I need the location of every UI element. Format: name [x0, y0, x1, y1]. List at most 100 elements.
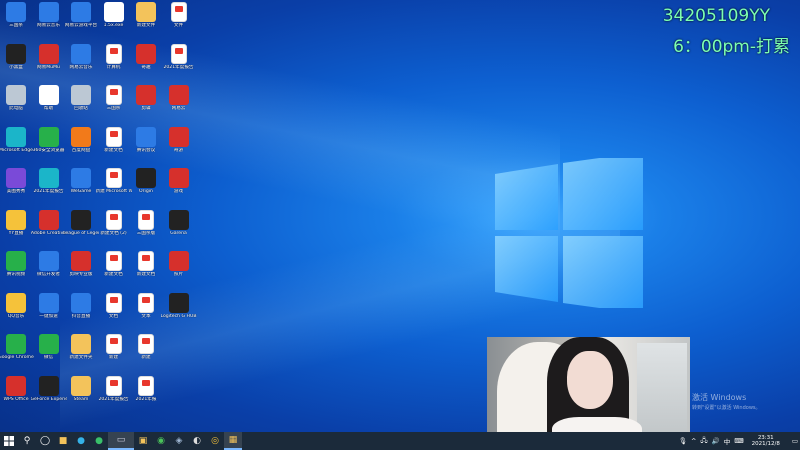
desktop-icon[interactable]: 游戏: [161, 168, 197, 194]
desktop-icon[interactable]: 文件: [161, 2, 197, 28]
desktop-icon[interactable]: 一键加速: [31, 292, 67, 319]
desktop-icon-label: WPS Office: [3, 396, 29, 402]
desktop-icon[interactable]: 2021年度报告: [31, 168, 67, 194]
desktop-icon[interactable]: 360安全浏览器: [31, 126, 67, 153]
desktop-icon-image: [6, 334, 26, 354]
desktop-icon-label: 360安全浏览器: [32, 147, 65, 153]
task-view-button[interactable]: ◯: [36, 432, 54, 450]
desktop-icon[interactable]: Logitech G HUB: [161, 292, 197, 319]
desktop-icon[interactable]: 计算机: [96, 43, 132, 70]
desktop-icon[interactable]: 腾讯会议: [128, 126, 164, 153]
desktop-icon[interactable]: QQ音乐: [0, 292, 34, 319]
start-button[interactable]: [0, 432, 18, 450]
desktop-icon[interactable]: 网易云音乐: [31, 2, 67, 28]
desktop-icon[interactable]: 新建文件夹: [63, 334, 99, 360]
network-icon[interactable]: 🖧: [700, 436, 707, 447]
desktop-icon-label: 文档: [108, 313, 119, 319]
taskbar-app[interactable]: ●: [90, 432, 108, 450]
desktop-icon[interactable]: GeForce Experience: [31, 375, 67, 402]
microphone-icon[interactable]: 🎙: [679, 437, 687, 445]
notification-icon[interactable]: ▭: [792, 437, 798, 445]
desktop-icon[interactable]: 网易云音乐: [63, 43, 99, 70]
desktop-icon-label: 剪映专业版: [69, 272, 93, 277]
desktop-icon[interactable]: Garena: [161, 209, 197, 236]
desktop-icon[interactable]: 微信开发者: [31, 251, 67, 277]
desktop-icon[interactable]: Adobe Creative: [31, 209, 67, 236]
desktop-icon[interactable]: WPS Office: [0, 375, 34, 402]
desktop-icon-label: 一键加速: [39, 313, 58, 319]
desktop-icon-image: [71, 209, 91, 230]
desktop-icon[interactable]: Steam: [63, 375, 99, 402]
desktop-icon[interactable]: 帮助: [31, 85, 67, 111]
desktop-icon[interactable]: 文档: [96, 292, 132, 319]
desktop-icon[interactable]: 抖音直播: [63, 292, 99, 319]
desktop-icon[interactable]: Origin: [128, 168, 164, 194]
ime-indicator[interactable]: 中: [724, 436, 731, 446]
desktop-icon[interactable]: 奇趣: [128, 43, 164, 70]
desktop-icon[interactable]: 文本: [128, 292, 164, 319]
desktop-icon-image: [71, 375, 91, 396]
desktop-icon[interactable]: 新建文档: [96, 126, 132, 153]
desktop-icon[interactable]: 回收站: [63, 85, 99, 111]
desktop-icon[interactable]: 网易云游戏平台: [63, 2, 99, 28]
desktop-icon[interactable]: 网易云: [161, 85, 197, 111]
desktop-icon[interactable]: Google Chrome: [0, 334, 34, 360]
desktop-icon[interactable]: 新建: [96, 334, 132, 360]
desktop-icon[interactable]: 剪辑: [128, 85, 164, 111]
taskbar-app[interactable]: ◎: [206, 432, 224, 450]
taskbar-app[interactable]: ◈: [170, 432, 188, 450]
desktop-icon[interactable]: 剪映专业版: [63, 251, 99, 277]
desktop-icon[interactable]: 1.5x.exe: [96, 2, 132, 28]
taskbar-app[interactable]: ▦: [224, 432, 242, 450]
desktop-icon[interactable]: 小黑盒: [0, 43, 34, 70]
desktop-icon[interactable]: YY直播: [0, 209, 34, 236]
desktop-icon-image: [105, 168, 122, 188]
taskbar-app[interactable]: ▭: [108, 432, 134, 450]
taskbar-app[interactable]: ●: [72, 432, 90, 450]
tray-overflow-icon[interactable]: ^: [691, 437, 696, 445]
search-button[interactable]: ⚲: [18, 432, 36, 450]
desktop-icon[interactable]: 2021年度报告: [96, 375, 132, 402]
desktop-icon[interactable]: 2021年度报告: [161, 43, 197, 70]
desktop-icon[interactable]: 网易MuMu: [31, 43, 67, 70]
taskbar-app[interactable]: ◉: [152, 432, 170, 450]
desktop-icon[interactable]: 新建文档: [96, 251, 132, 277]
desktop-icon[interactable]: League of Legends: [63, 209, 99, 236]
speaker-icon[interactable]: 🔊: [712, 437, 720, 445]
desktop-icon[interactable]: 微信: [31, 334, 67, 360]
desktop-icon[interactable]: 新建 Microsoft Word: [96, 168, 132, 194]
desktop-icon-label: 抖音直播: [71, 313, 91, 319]
desktop-icon-image: [138, 375, 154, 396]
desktop-icon[interactable]: 三国杀: [96, 85, 132, 111]
desktop-icon[interactable]: 照片: [161, 251, 197, 277]
desktop-icon[interactable]: Microsoft Edge: [0, 126, 34, 153]
desktop-icon-label: 文本: [141, 313, 151, 319]
desktop-icon[interactable]: 奇游: [161, 126, 197, 153]
desktop-icon[interactable]: 新建文档 (2): [96, 209, 132, 236]
taskbar: ⚲ ◯ ■ ● ● ▭ ▣ ◉ ◈ ◐ ◎ ▦ 🎙 ^ 🖧 🔊 中 ⌨ 23:3…: [0, 432, 800, 450]
desktop-icon[interactable]: 新建文件: [128, 2, 164, 28]
desktop-icon-image: [71, 251, 91, 271]
desktop-icon-image: [6, 209, 26, 230]
desktop-icon[interactable]: 三国杀: [0, 2, 34, 28]
desktop-icon-image: [168, 251, 189, 271]
taskbar-app[interactable]: ◐: [188, 432, 206, 450]
desktop-icon[interactable]: 腾讯视频: [0, 251, 34, 277]
clock[interactable]: 23:31 2021/12/8: [752, 435, 780, 448]
desktop-icon[interactable]: 新建文档: [128, 251, 164, 277]
desktop-icon[interactable]: 百度网盘: [63, 126, 99, 153]
desktop-icon-image: [6, 2, 26, 22]
desktop-icon[interactable]: 此电脑: [0, 85, 34, 111]
desktop-icon-image: [136, 168, 156, 188]
taskbar-app[interactable]: ▣: [134, 432, 152, 450]
taskbar-app[interactable]: ■: [54, 432, 72, 450]
desktop-icon[interactable]: 新建: [128, 334, 164, 360]
desktop-icon[interactable]: 三国杀版: [128, 209, 164, 236]
streamer-face: [567, 351, 613, 409]
desktop-icon-image: [170, 43, 187, 64]
desktop-icon[interactable]: 美图秀秀: [0, 168, 34, 194]
desktop-icon[interactable]: WeGame: [63, 168, 99, 194]
edge-icon: ●: [77, 436, 85, 446]
desktop-icon[interactable]: 2021年报: [128, 375, 164, 402]
keyboard-icon[interactable]: ⌨: [734, 437, 743, 445]
